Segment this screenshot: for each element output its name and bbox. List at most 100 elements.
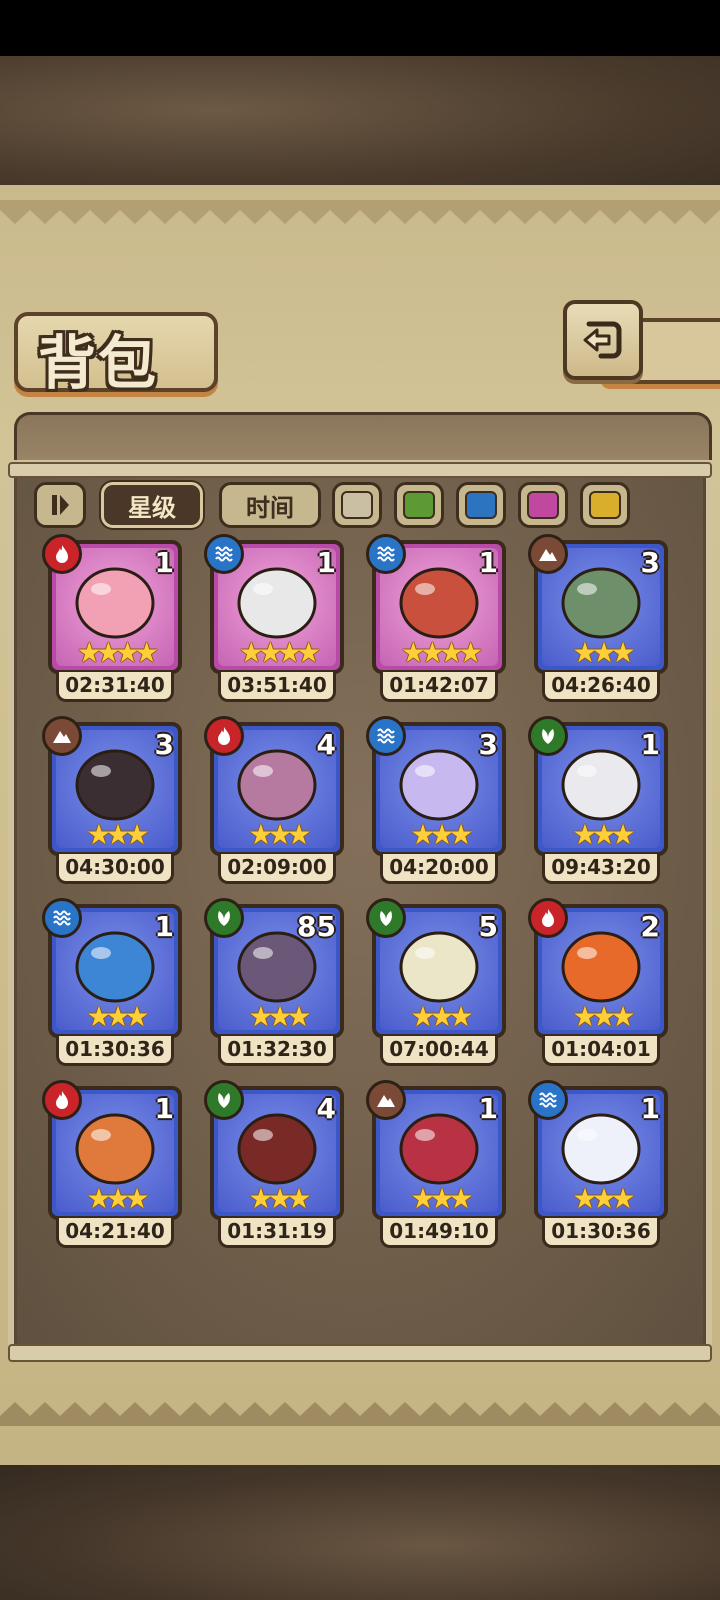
hatch-timer: 01:04:01	[542, 1036, 660, 1066]
inventory-item[interactable]: 1 ★★★ 01:30:36	[42, 898, 182, 1074]
panel-rail-bottom	[8, 1344, 712, 1362]
inventory-item[interactable]: 1 ★★★★ 02:31:40	[42, 534, 182, 710]
sort-toggle-icon	[52, 495, 69, 515]
back-button[interactable]	[563, 300, 643, 380]
element-flame-icon	[42, 1080, 82, 1120]
map-background-top	[0, 56, 720, 191]
map-background-bottom	[0, 1465, 720, 1600]
star-rating: ★★★	[248, 818, 311, 851]
item-count: 3	[640, 546, 660, 579]
filter-yellow-button[interactable]	[580, 482, 630, 528]
leaf-icon	[542, 729, 554, 744]
item-count: 1	[640, 1092, 660, 1125]
inventory-item[interactable]: 3 ★★★ 04:20:00	[366, 716, 506, 892]
inventory-item[interactable]: 1 ★★★ 01:30:36	[528, 1080, 668, 1256]
item-count: 1	[154, 1092, 174, 1125]
item-count: 4	[316, 1092, 336, 1125]
status-bar	[0, 0, 720, 56]
panel-rail-top	[8, 462, 712, 478]
color-swatch-yellow	[589, 491, 621, 519]
element-mountain-icon	[366, 1080, 406, 1120]
sort-by-star-button[interactable]: 星级	[101, 482, 203, 528]
inventory-item[interactable]: 4 ★★★ 01:31:19	[204, 1080, 344, 1256]
item-count: 2	[640, 910, 660, 943]
leaf-icon	[218, 911, 230, 926]
element-flame-icon	[204, 716, 244, 756]
filter-gray-button[interactable]	[332, 482, 382, 528]
hatch-timer: 01:30:36	[56, 1036, 174, 1066]
element-mountain-icon	[528, 534, 568, 574]
star-rating: ★★★★	[76, 636, 159, 669]
sort-order-button[interactable]	[34, 482, 86, 528]
inventory-item[interactable]: 85 ★★★ 01:32:30	[204, 898, 344, 1074]
inventory-item[interactable]: 3 ★★★ 04:30:00	[42, 716, 182, 892]
torn-edge-top	[0, 200, 720, 224]
waves-icon	[539, 1092, 557, 1108]
mountain-icon	[377, 1095, 395, 1107]
element-leaf-icon	[366, 898, 406, 938]
item-count: 1	[154, 546, 174, 579]
waves-icon	[377, 546, 395, 562]
waves-icon	[53, 910, 71, 926]
star-rating: ★★★	[572, 636, 635, 669]
item-count: 85	[297, 910, 336, 943]
star-rating: ★★★★	[238, 636, 321, 669]
star-rating: ★★★	[410, 1182, 473, 1215]
hatch-timer: 03:51:40	[218, 672, 336, 702]
element-waves-icon	[204, 534, 244, 574]
mountain-icon	[53, 731, 71, 743]
element-flame-icon	[42, 534, 82, 574]
mountain-icon	[539, 549, 557, 561]
inventory-item[interactable]: 5 ★★★ 07:00:44	[366, 898, 506, 1074]
star-rating: ★★★	[248, 1000, 311, 1033]
filter-purple-button[interactable]	[518, 482, 568, 528]
flame-icon	[56, 1091, 68, 1109]
color-swatch-green	[403, 491, 435, 519]
element-flame-icon	[528, 898, 568, 938]
hatch-timer: 02:31:40	[56, 672, 174, 702]
inventory-item[interactable]: 1 ★★★ 01:49:10	[366, 1080, 506, 1256]
sort-by-time-button[interactable]: 时间	[219, 482, 321, 528]
item-count: 1	[640, 728, 660, 761]
hatch-timer: 01:49:10	[380, 1218, 498, 1248]
inventory-item[interactable]: 4 ★★★ 02:09:00	[204, 716, 344, 892]
inventory-item[interactable]: 1 ★★★ 09:43:20	[528, 716, 668, 892]
element-waves-icon	[42, 898, 82, 938]
hatch-timer: 04:30:00	[56, 854, 174, 884]
hatch-timer: 02:09:00	[218, 854, 336, 884]
star-rating: ★★★★	[400, 636, 483, 669]
hatch-timer: 01:31:19	[218, 1218, 336, 1248]
star-rating: ★★★	[410, 818, 473, 851]
item-count: 1	[154, 910, 174, 943]
inventory-item[interactable]: 3 ★★★ 04:26:40	[528, 534, 668, 710]
element-waves-icon	[528, 1080, 568, 1120]
inventory-item[interactable]: 1 ★★★ 04:21:40	[42, 1080, 182, 1256]
star-rating: ★★★	[86, 1000, 149, 1033]
flame-icon	[542, 909, 554, 927]
inventory-item[interactable]: 2 ★★★ 01:04:01	[528, 898, 668, 1074]
item-count: 3	[478, 728, 498, 761]
hatch-timer: 04:26:40	[542, 672, 660, 702]
item-count: 3	[154, 728, 174, 761]
color-swatch-blue	[465, 491, 497, 519]
filter-green-button[interactable]	[394, 482, 444, 528]
star-rating: ★★★	[572, 818, 635, 851]
waves-icon	[215, 546, 233, 562]
element-leaf-icon	[528, 716, 568, 756]
star-rating: ★★★	[572, 1182, 635, 1215]
filter-blue-button[interactable]	[456, 482, 506, 528]
page-title: 背包	[38, 329, 159, 397]
item-count: 4	[316, 728, 336, 761]
hatch-timer: 01:30:36	[542, 1218, 660, 1248]
element-leaf-icon	[204, 898, 244, 938]
return-arrow-icon	[583, 321, 622, 359]
inventory-item[interactable]: 1 ★★★★ 03:51:40	[204, 534, 344, 710]
star-rating: ★★★	[86, 818, 149, 851]
leaf-icon	[380, 911, 392, 926]
inventory-item[interactable]: 1 ★★★★ 01:42:07	[366, 534, 506, 710]
hatch-timer: 01:42:07	[380, 672, 498, 702]
color-swatch-purple	[527, 491, 559, 519]
item-count: 1	[478, 546, 498, 579]
star-rating: ★★★	[410, 1000, 473, 1033]
item-count: 1	[316, 546, 336, 579]
